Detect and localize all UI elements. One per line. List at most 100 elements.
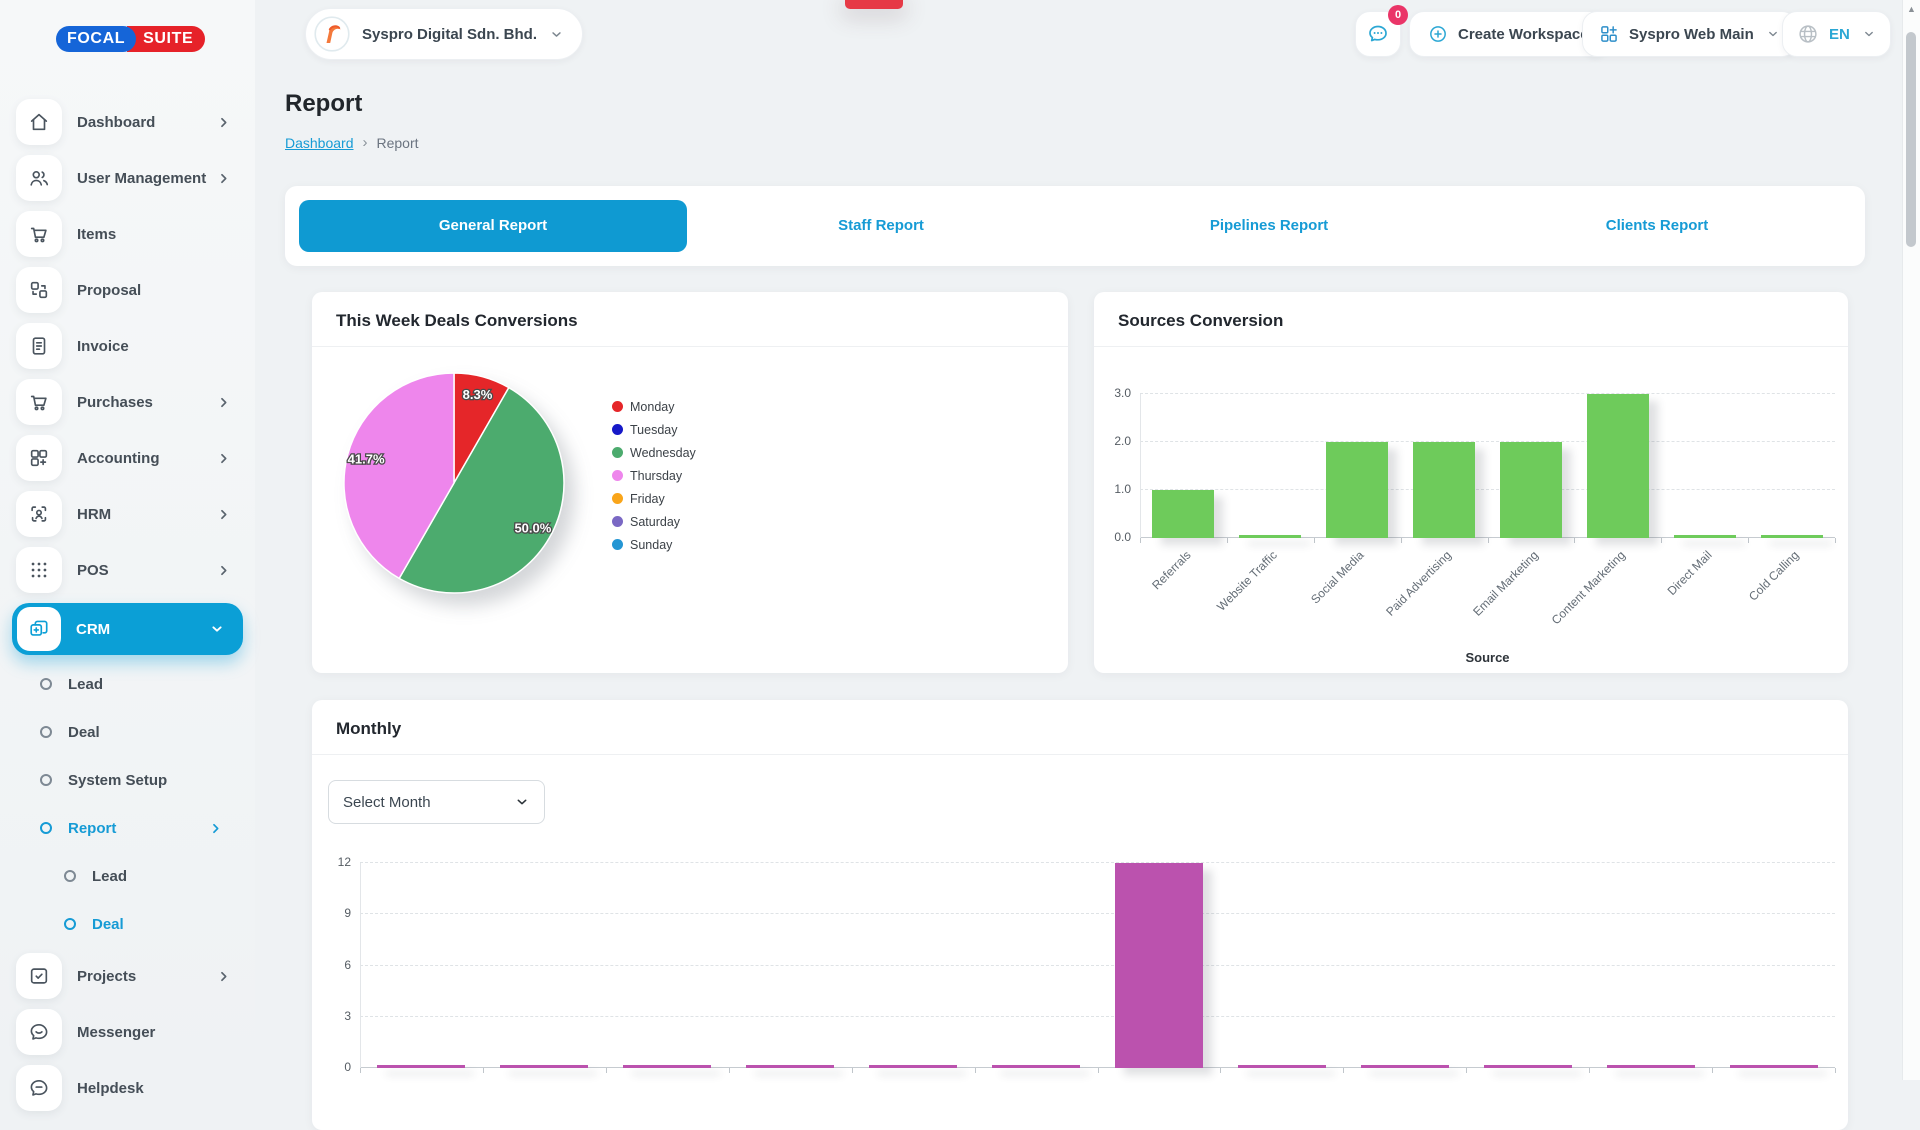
legend-label: Monday [630,400,674,414]
legend-label: Sunday [630,538,672,552]
language-selector[interactable]: EN [1782,11,1891,57]
sidebar-item-label: Purchases [77,394,153,411]
x-axis-tick-label: Paid Advertising [1383,548,1454,619]
bar-8 [1238,1065,1326,1068]
proposal-icon [16,267,62,313]
sidebar-item-lead-sub[interactable]: Lead [0,857,255,895]
chat-bubble-icon [1366,22,1390,46]
x-axis-tick [1661,538,1662,543]
sidebar-item-label: HRM [77,506,111,523]
sidebar-item-purchases[interactable]: Purchases [16,379,243,425]
workspace-name: Syspro Digital Sdn. Bhd. [362,26,537,43]
bar-9 [1361,1065,1449,1068]
breadcrumb: Dashboard › Report [285,134,419,151]
helpdesk-icon [16,1065,62,1111]
gridline [1140,489,1835,490]
select-month-dropdown[interactable]: Select Month [328,780,545,824]
bar-4 [746,1065,834,1068]
chevron-right-icon [216,395,231,410]
logo-focal: FOCAL [56,26,136,52]
breadcrumb-separator: › [363,134,368,151]
sidebar-item-label: Projects [77,968,136,985]
pie-legend: MondayTuesdayWednesdayThursdayFridaySatu… [612,395,696,556]
sidebar-nav: Dashboard User Management Items Proposal Inv… [0,99,255,1121]
x-axis-tick-label: Website Traffic [1215,548,1281,614]
breadcrumb-dashboard-link[interactable]: Dashboard [285,135,354,151]
sidebar-item-lead[interactable]: Lead [0,665,255,703]
bar-5 [869,1065,957,1068]
chevron-right-icon [216,115,231,130]
x-axis-tick [1466,1068,1467,1073]
create-workspace-button[interactable]: Create Workspace [1409,11,1608,57]
sidebar-item-deal-sub[interactable]: Deal [0,905,255,943]
sidebar-item-projects[interactable]: Projects [16,953,243,999]
sidebar-item-proposal[interactable]: Proposal [16,267,243,313]
grid-plus-icon [1599,24,1619,44]
x-axis-tick [1343,1068,1344,1073]
x-axis-tick [1401,538,1402,543]
x-axis-tick [1098,1068,1099,1073]
page-title: Report [285,90,362,118]
tab-general-report[interactable]: General Report [299,200,687,252]
sidebar-item-label: User Management [77,170,206,187]
globe-icon [1797,23,1819,45]
chat-button[interactable]: 0 [1355,11,1401,57]
sidebar-item-helpdesk[interactable]: Helpdesk [16,1065,243,1111]
report-tabs: General ReportStaff ReportPipelines Repo… [285,186,1865,266]
hrm-icon [16,491,62,537]
tab-pipelines-report[interactable]: Pipelines Report [1075,200,1463,252]
workspace-selector[interactable]: Syspro Digital Sdn. Bhd. [305,8,583,60]
sidebar-item-label: Deal [92,916,124,933]
sidebar-item-invoice[interactable]: Invoice [16,323,243,369]
scrollbar-up-arrow[interactable]: ▲ [1903,4,1920,14]
deals-conversions-card: This Week Deals Conversions 8.3%50.0%41.… [312,292,1068,673]
tab-staff-report[interactable]: Staff Report [687,200,1075,252]
sidebar-item-label: Items [77,226,116,243]
x-axis-tick [852,1068,853,1073]
sidebar-item-system-setup[interactable]: System Setup [0,761,255,799]
sidebar-item-dashboard[interactable]: Dashboard [16,99,243,145]
x-axis-tick-label: Social Media [1309,548,1367,606]
workspace-switcher[interactable]: Syspro Web Main [1582,11,1797,57]
bullet-icon [40,774,52,786]
sidebar-item-accounting[interactable]: Accounting [16,435,243,481]
sidebar-item-messenger[interactable]: Messenger [16,1009,243,1055]
sidebar-item-items[interactable]: Items [16,211,243,257]
y-axis-tick-label: 1.0 [1094,482,1131,496]
tab-clients-report[interactable]: Clients Report [1463,200,1851,252]
scrollbar-thumb[interactable] [1906,32,1916,247]
x-axis-tick [1227,538,1228,543]
bar-referrals [1152,490,1214,538]
divider [312,754,1848,755]
company-logo-icon [314,16,350,52]
app-root: FOCAL SUITE DashboardUser ManagementItem… [0,0,1920,1080]
x-axis-tick [360,1068,361,1073]
x-axis-tick-label: Cold Calling [1746,548,1802,604]
x-axis-tick-label: Content Marketing [1548,548,1627,627]
sidebar-item-pos[interactable]: POS [16,547,243,593]
y-axis-tick-label: 6 [312,958,351,972]
sidebar-item-report[interactable]: Report [0,809,255,847]
chevron-right-icon [208,821,223,836]
chat-count-badge: 0 [1388,5,1408,25]
x-axis-tick [483,1068,484,1073]
legend-swatch [612,516,623,527]
y-axis-tick-label: 3.0 [1094,386,1131,400]
bullet-icon [64,870,76,882]
chevron-right-icon [216,171,231,186]
card-title: Monthly [312,700,1848,754]
legend-swatch [612,447,623,458]
workspace-switcher-label: Syspro Web Main [1629,26,1754,43]
sidebar-item-hrm[interactable]: HRM [16,491,243,537]
divider [1094,346,1848,347]
legend-item-thursday: Thursday [612,464,696,487]
x-axis-tick [1314,538,1315,543]
legend-item-monday: Monday [612,395,696,418]
sidebar-item-deal[interactable]: Deal [0,713,255,751]
x-axis-tick [1835,538,1836,543]
legend-item-saturday: Saturday [612,510,696,533]
language-code: EN [1829,26,1850,43]
breadcrumb-current: Report [377,135,419,151]
sidebar-item-user-management[interactable]: User Management [16,155,243,201]
sidebar-item-crm[interactable]: CRM [12,603,243,655]
